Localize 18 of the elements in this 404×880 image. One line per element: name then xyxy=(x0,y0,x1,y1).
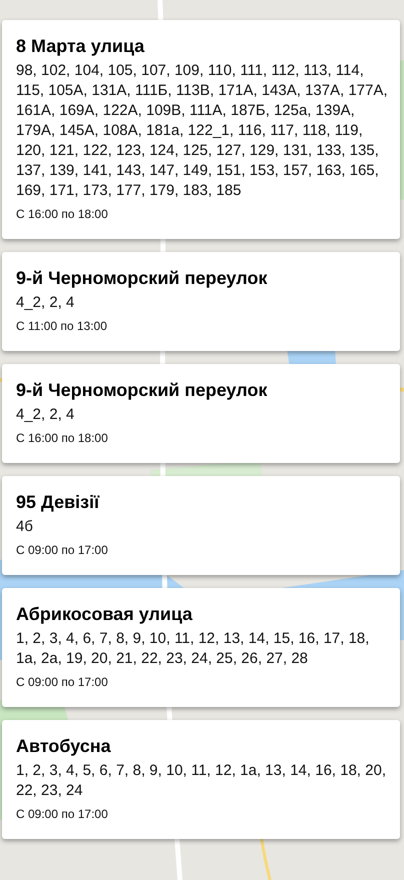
outage-time: С 09:00 по 17:00 xyxy=(16,675,109,689)
house-numbers: 1, 2, 3, 4, 6, 7, 8, 9, 10, 11, 12, 13, 14, 15, 16, 17, 18, 1а, 2а, 19, 20, 21, 22, 23, 24, 25, 26, 27, 28 xyxy=(16,629,370,669)
outage-time: С 16:00 по 18:00 xyxy=(16,431,109,445)
house-numbers: 4_2, 2, 4 xyxy=(16,405,76,425)
street-name: 9-й Черноморский переулок xyxy=(16,380,268,401)
street-name: Абрикосовая улица xyxy=(16,604,194,625)
street-name: 8 Марта улица xyxy=(16,36,146,57)
outage-time: С 16:00 по 18:00 xyxy=(16,207,109,221)
outage-time: С 09:00 по 17:00 xyxy=(16,807,109,821)
house-numbers: 4б xyxy=(16,517,34,537)
house-numbers: 98, 102, 104, 105, 107, 109, 110, 111, 112, 113, 114, 115, 105А, 131А, 111Б, 113В, 171А, 143А, 137А, 177А, 161А, 169А, 122А, 109В, 111А, 187Б, 125а, 139А, 179А, 145А, 108А, 181а, 122_1, 116, 117, 118, 119, 120, 121, 122, 123, 124, 125, 127, 129, 131, 133, 135, 137, 139, 141, 143, 147, 149, 151, 153, 157, 163, 165, 169, 171, 173, 177, 179, 183, 185 xyxy=(16,61,388,201)
outage-time: С 11:00 по 13:00 xyxy=(16,319,108,333)
street-name: Автобусна xyxy=(16,736,112,757)
street-name: 95 Девізії xyxy=(16,492,100,513)
house-numbers: 4_2, 2, 4 xyxy=(16,293,76,313)
house-numbers: 1, 2, 3, 4, 5, 6, 7, 8, 9, 10, 11, 12, 1а, 13, 14, 16, 18, 20, 22, 23, 24 xyxy=(16,761,387,801)
outage-time: С 09:00 по 17:00 xyxy=(16,543,109,557)
street-name: 9-й Черноморский переулок xyxy=(16,268,268,289)
